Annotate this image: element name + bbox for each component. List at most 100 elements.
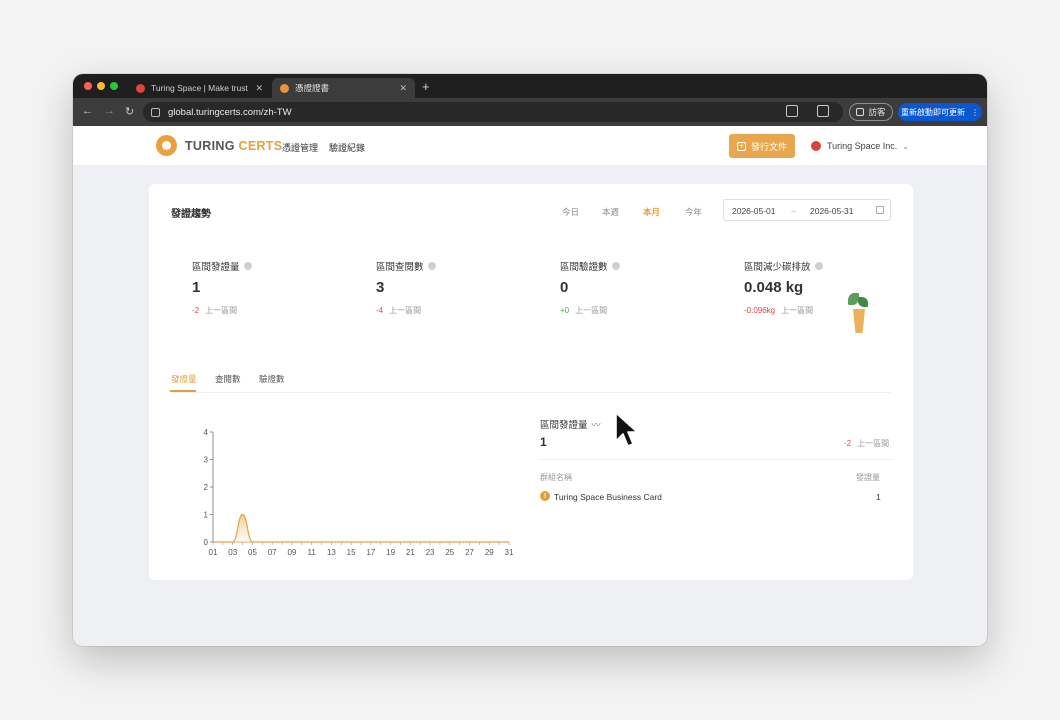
site-header: TURING CERTS 憑證管理 驗證紀錄 + 發行文件 Turing Spa…: [73, 126, 987, 166]
tab-title: Turing Space | Make trust ac: [151, 83, 250, 93]
nav-certificate-management[interactable]: 憑證管理: [282, 141, 318, 154]
group-warning-icon: !: [540, 491, 550, 501]
end-date[interactable]: 2026-05-31: [810, 206, 853, 216]
summary-title: 區間發證量: [540, 420, 588, 431]
subtab-verifications[interactable]: 驗證數: [259, 373, 285, 385]
summary-divider: [540, 459, 892, 460]
stat-delta: +0: [560, 306, 570, 315]
series-line: [213, 513, 509, 543]
turing-certs-favicon-icon: [280, 83, 289, 93]
organization-switcher[interactable]: Turing Space Inc. ⌄: [811, 141, 909, 151]
column-header-issued-count: 發證量: [856, 473, 880, 482]
info-icon[interactable]: [814, 262, 823, 270]
guest-profile-button[interactable]: 訪客: [849, 103, 893, 121]
translate-icon[interactable]: [786, 105, 798, 117]
forward-button[interactable]: →: [104, 105, 115, 117]
stat-verification-count: 區間驗證數 0 +0 上一區間: [560, 259, 730, 316]
x-tick-label: 09: [287, 548, 296, 557]
x-tick-label: 07: [268, 548, 277, 557]
issue-document-label: 發行文件: [750, 141, 787, 152]
stat-delta: -4: [376, 306, 384, 315]
tab-strip: Turing Space | Make trust ac ✕ 憑證證書 ✕ +: [73, 74, 987, 98]
issue-document-button[interactable]: + 發行文件: [729, 134, 795, 158]
plant-illustration-icon: [848, 291, 870, 333]
site-logo-text[interactable]: TURING CERTS: [185, 139, 282, 153]
y-tick-label: 3: [204, 456, 209, 465]
x-tick-label: 21: [406, 548, 415, 557]
subtab-issued[interactable]: 發證量: [171, 373, 197, 385]
update-button[interactable]: 重新啟動即可更新 ⋮: [898, 103, 982, 121]
column-header-group-name: 群組名稱: [540, 473, 572, 482]
period-today[interactable]: 今日: [562, 206, 579, 218]
x-tick-label: 13: [327, 548, 336, 557]
stat-label: 區間減少碳排放: [744, 262, 811, 273]
calendar-icon[interactable]: [876, 206, 884, 214]
x-tick-label: 03: [228, 548, 237, 557]
tab-turing-certs[interactable]: 憑證證書 ✕: [272, 78, 415, 98]
series-area: [213, 514, 509, 542]
turing-certs-logo-icon[interactable]: [156, 135, 177, 156]
period-this-year[interactable]: 今年: [685, 206, 702, 218]
stat-value: 3: [376, 279, 385, 296]
stat-value: 0: [560, 279, 569, 296]
issued-trend-chart: 0123401 03 05 07 09 11 13 15 17 19 21 23 25 27 29 31: [204, 428, 514, 557]
y-tick-label: 4: [204, 428, 209, 437]
tab-close-icon[interactable]: ✕: [399, 83, 407, 94]
stat-delta-label: 上一區間: [575, 306, 608, 315]
subtab-views[interactable]: 查閱數: [215, 373, 241, 385]
group-row-count: 1: [876, 492, 881, 502]
x-tick-label: 11: [308, 548, 317, 557]
back-button[interactable]: ←: [82, 105, 93, 117]
browser-toolbar: ← → ↻ global.turingcerts.com/zh-TW 訪客 重新…: [73, 98, 987, 126]
x-tick-label: 05: [248, 548, 257, 557]
stat-delta-label: 上一區間: [781, 306, 814, 315]
turing-space-favicon-icon: [136, 83, 145, 93]
chevron-down-icon: ⌄: [902, 141, 909, 151]
organization-name: Turing Space Inc.: [827, 141, 898, 151]
stat-issued-count: 區間發證量 1 -2 上一區間: [192, 259, 362, 316]
x-tick-label: 15: [347, 548, 356, 557]
tab-turing-space[interactable]: Turing Space | Make trust ac ✕: [128, 78, 271, 98]
y-tick-label: 1: [204, 511, 209, 520]
organization-icon: [811, 141, 821, 151]
trend-line-icon: 〰: [591, 419, 601, 430]
stat-delta-label: 上一區間: [205, 306, 238, 315]
menu-dots-icon: ⋮: [971, 107, 979, 117]
summary-value: 1: [540, 435, 547, 449]
x-tick-label: 25: [445, 548, 454, 557]
period-this-month[interactable]: 本月: [643, 206, 660, 218]
close-window-button[interactable]: [84, 82, 92, 90]
info-icon[interactable]: [427, 262, 436, 270]
period-this-week[interactable]: 本週: [602, 206, 619, 218]
info-icon[interactable]: [611, 262, 620, 270]
stat-label: 區間查閱數: [376, 262, 424, 273]
x-tick-label: 17: [366, 548, 375, 557]
tab-title: 憑證證書: [295, 83, 330, 93]
site-info-icon[interactable]: [151, 107, 160, 117]
address-bar[interactable]: global.turingcerts.com/zh-TW: [143, 102, 843, 122]
group-row-name[interactable]: Turing Space Business Card: [554, 492, 662, 502]
card-title: 發證趨勢: [171, 209, 211, 220]
reload-button[interactable]: ↻: [125, 105, 134, 118]
tab-close-icon[interactable]: ✕: [255, 83, 263, 94]
mouse-pointer-icon: [615, 412, 638, 447]
summary-delta: -2 上一區間: [844, 439, 890, 448]
zoom-window-button[interactable]: [110, 82, 118, 90]
url-text: global.turingcerts.com/zh-TW: [168, 106, 292, 118]
x-tick-label: 29: [485, 548, 494, 557]
stat-delta-label: 上一區間: [389, 306, 422, 315]
summary-header: 區間發證量 〰: [540, 417, 601, 432]
side-panel-icon[interactable]: [817, 105, 829, 117]
date-range-picker[interactable]: 2026-05-01 → 2026-05-31: [723, 199, 891, 221]
stat-delta: -0.096kg: [744, 306, 776, 315]
minimize-window-button[interactable]: [97, 82, 105, 90]
x-tick-label: 31: [505, 548, 514, 557]
stat-label: 區間驗證數: [560, 262, 608, 273]
nav-verification-records[interactable]: 驗證紀錄: [329, 141, 365, 154]
y-tick-label: 2: [204, 483, 209, 492]
stat-delta: -2: [192, 306, 200, 315]
start-date[interactable]: 2026-05-01: [732, 206, 775, 216]
y-tick-label: 0: [204, 538, 209, 547]
new-tab-button[interactable]: +: [422, 79, 430, 94]
info-icon[interactable]: [243, 262, 252, 270]
